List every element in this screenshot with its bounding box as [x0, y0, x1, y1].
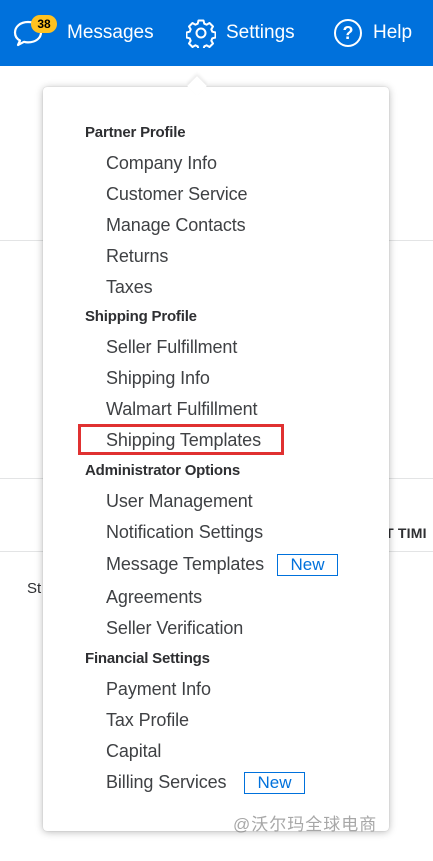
menu-item-notification-settings[interactable]: Notification Settings [106, 522, 263, 543]
messages-count-badge: 38 [31, 15, 57, 33]
menu-item-company-info[interactable]: Company Info [106, 153, 217, 174]
menu-item-customer-service[interactable]: Customer Service [106, 184, 248, 205]
menu-item-shipping-templates[interactable]: Shipping Templates [106, 430, 261, 451]
menu-item-manage-contacts[interactable]: Manage Contacts [106, 215, 246, 236]
chat-bubble-icon: 38 [12, 15, 57, 47]
menu-item-payment-info[interactable]: Payment Info [106, 679, 211, 700]
new-badge: New [244, 772, 305, 794]
question-circle-icon: ? [333, 18, 363, 48]
watermark: @沃尔玛全球电商 [233, 815, 378, 834]
menu-item-message-templates[interactable]: Message Templates [106, 554, 264, 575]
menu-item-user-management[interactable]: User Management [106, 491, 253, 512]
help-nav[interactable]: ? Help [333, 0, 412, 66]
settings-nav[interactable]: Settings [185, 0, 295, 66]
menu-item-agreements[interactable]: Agreements [106, 587, 202, 608]
help-glyph: ? [342, 22, 354, 43]
table-cell-text: St [27, 580, 42, 597]
section-title-financial-settings: Financial Settings [85, 650, 210, 667]
messages-nav[interactable]: 38 Messages [12, 0, 154, 66]
menu-item-walmart-fulfillment[interactable]: Walmart Fulfillment [106, 399, 258, 420]
menu-item-returns[interactable]: Returns [106, 246, 168, 267]
messages-label: Messages [67, 22, 154, 43]
top-nav-bar: 38 Messages Settings ? Help [0, 0, 433, 66]
menu-item-seller-fulfillment[interactable]: Seller Fulfillment [106, 337, 237, 358]
menu-item-shipping-info[interactable]: Shipping Info [106, 368, 210, 389]
settings-label: Settings [226, 22, 295, 43]
section-title-administrator-options: Administrator Options [85, 462, 240, 479]
section-title-shipping-profile: Shipping Profile [85, 308, 197, 325]
menu-item-capital[interactable]: Capital [106, 741, 161, 762]
settings-dropdown-menu: Partner Profile Company Info Customer Se… [43, 87, 389, 831]
menu-item-seller-verification[interactable]: Seller Verification [106, 618, 243, 639]
help-label: Help [373, 22, 413, 43]
menu-item-billing-services[interactable]: Billing Services [106, 772, 227, 793]
menu-item-taxes[interactable]: Taxes [106, 277, 153, 298]
menu-item-tax-profile[interactable]: Tax Profile [106, 710, 189, 731]
gear-icon [185, 18, 217, 51]
new-badge: New [277, 554, 338, 576]
section-title-partner-profile: Partner Profile [85, 124, 186, 141]
